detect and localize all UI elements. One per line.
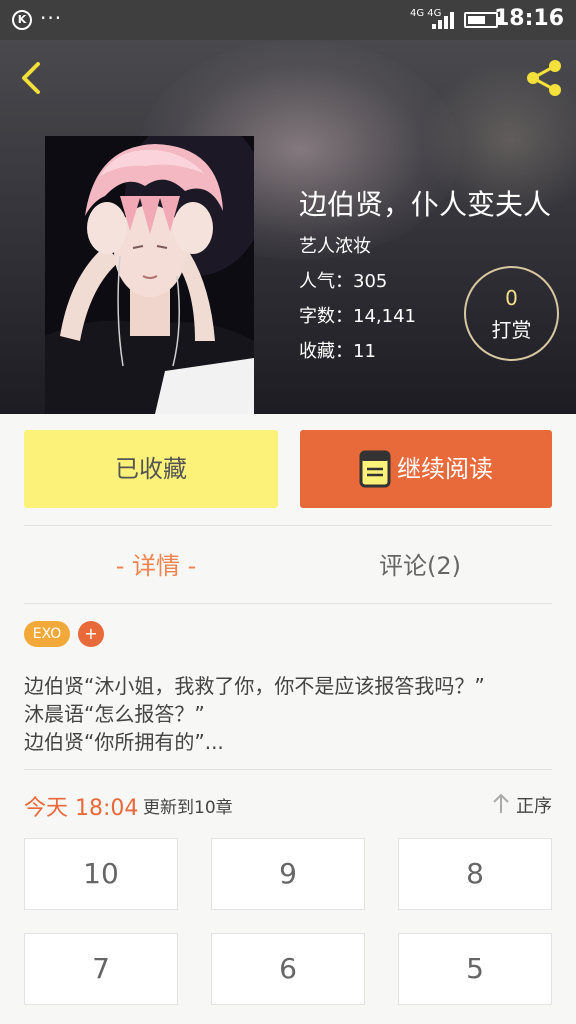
synopsis-line: 边伯贤“沐小姐，我救了你，你不是应该报答我吗？” — [24, 674, 485, 698]
continue-reading-button[interactable]: 继续阅读 — [300, 430, 552, 508]
more-notifications-icon: ··· — [40, 6, 63, 30]
book-synopsis[interactable]: 边伯贤“沐小姐，我救了你，你不是应该报答我吗？” 沐晨语“怎么报答？” 边伯贤“… — [24, 672, 560, 756]
tab-comments[interactable]: 评论(2) — [288, 546, 552, 581]
book-header: 边伯贤，仆人变夫人 艺人浓妆 人气：305 字数：14,141 收藏：11 0 … — [0, 40, 576, 414]
cover-illustration — [45, 136, 254, 414]
tip-count: 0 — [505, 286, 518, 310]
tab-detail[interactable]: - 详情 - — [24, 546, 288, 581]
book-title: 边伯贤，仆人变夫人 — [299, 188, 552, 221]
collected-button[interactable]: 已收藏 — [24, 430, 278, 508]
chapter-button[interactable]: 8 — [398, 838, 552, 910]
update-time: 今天 18:04 — [24, 796, 139, 821]
divider — [24, 603, 552, 604]
divider — [24, 525, 552, 526]
share-icon — [527, 60, 561, 96]
chapter-button[interactable]: 5 — [398, 933, 552, 1005]
back-button[interactable] — [14, 58, 54, 98]
chapter-button[interactable]: 7 — [24, 933, 178, 1005]
chapter-button[interactable]: 10 — [24, 838, 178, 910]
synopsis-line: 沐晨语“怎么报答？” — [24, 702, 205, 726]
tag-exo[interactable]: EXO — [24, 621, 70, 647]
battery-icon — [464, 12, 501, 28]
chevron-left-icon — [22, 62, 40, 94]
book-author[interactable]: 艺人浓妆 — [299, 232, 371, 258]
book-word-count: 字数：14,141 — [299, 306, 416, 327]
update-note: 更新到10章 — [143, 798, 233, 818]
tip-label: 打赏 — [491, 318, 532, 342]
book-icon — [359, 450, 391, 488]
arrow-up-icon — [493, 793, 509, 813]
share-button[interactable] — [522, 56, 566, 100]
sort-order-button[interactable]: 正序 — [490, 792, 552, 818]
status-bar: K ··· 4G 4G 18:16 — [0, 0, 576, 40]
tip-button[interactable]: 0 打赏 — [464, 266, 559, 361]
add-tag-button[interactable]: + — [78, 621, 104, 647]
chapter-button[interactable]: 9 — [211, 838, 365, 910]
status-time: 18:16 — [493, 6, 564, 31]
app-k-icon: K — [12, 10, 32, 30]
continue-reading-label: 继续阅读 — [397, 455, 493, 483]
book-popularity: 人气：305 — [299, 271, 388, 292]
synopsis-line: 边伯贤“你所拥有的”... — [24, 730, 224, 754]
divider — [24, 769, 552, 770]
signal-icon — [432, 11, 458, 29]
book-favorites: 收藏：11 — [299, 341, 376, 362]
chapter-button[interactable]: 6 — [211, 933, 365, 1005]
chapter-grid: 10 9 8 7 6 5 — [24, 838, 552, 1024]
book-cover-image[interactable] — [45, 136, 254, 414]
sort-order-label: 正序 — [516, 796, 552, 817]
